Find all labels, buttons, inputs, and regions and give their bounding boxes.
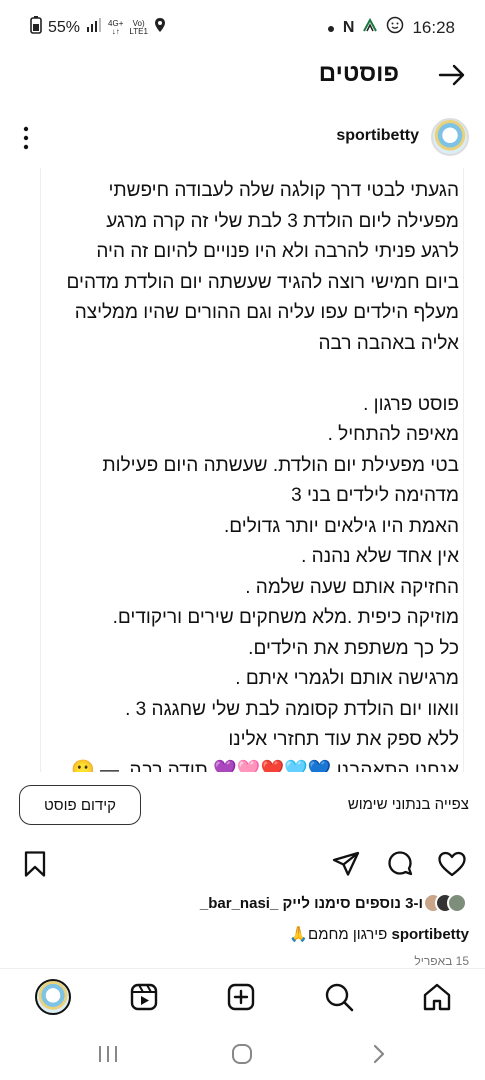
- more-options-button[interactable]: [18, 124, 34, 152]
- network-type: 4G+ ↓↑: [108, 18, 124, 36]
- comment-icon: [388, 851, 413, 876]
- caption-text: פירגון מחמם🙏: [289, 926, 388, 943]
- nav-search[interactable]: [323, 981, 355, 1013]
- back-system-button[interactable]: [366, 1042, 390, 1066]
- battery-percent: 55%: [48, 18, 81, 36]
- post-date: 15 באפריל: [414, 954, 469, 968]
- volte-indicator: Vo) LTE1: [129, 18, 148, 36]
- bottom-navigation: [0, 968, 485, 1024]
- home-circle-icon: [232, 1044, 252, 1064]
- post-insights-row: צפייה בנתוני שימוש קידום פוסט: [0, 782, 485, 828]
- n-app-icon: N: [342, 18, 355, 36]
- battery-icon: [30, 16, 42, 39]
- location-icon: [154, 17, 166, 38]
- reels-icon: [130, 983, 158, 1011]
- author-avatar[interactable]: [431, 118, 469, 156]
- nav-profile[interactable]: [35, 979, 71, 1015]
- chevron-right-icon: [373, 1044, 385, 1064]
- post-text: הגעתי לבטי דרך קולגה שלה לעבודה חיפשתי מ…: [66, 180, 459, 772]
- page-title: פוסטים: [318, 60, 399, 87]
- arrow-right-icon: [438, 64, 465, 86]
- clock-time: 16:28: [412, 17, 455, 37]
- nav-reels[interactable]: [128, 981, 160, 1013]
- nav-create[interactable]: [225, 981, 257, 1013]
- home-icon: [423, 983, 451, 1011]
- liker-avatars: [423, 893, 467, 913]
- share-button[interactable]: [331, 849, 361, 879]
- like-button[interactable]: [437, 849, 467, 879]
- system-navigation: [0, 1028, 485, 1080]
- post-actions: [0, 845, 485, 885]
- author-username[interactable]: sportibetty: [336, 127, 419, 145]
- add-square-icon: [227, 983, 255, 1011]
- notification-dot-icon: [327, 18, 335, 38]
- post-caption: sportibetty פירגון מחמם🙏: [289, 925, 469, 943]
- chat-smile-icon: [386, 16, 404, 39]
- home-system-button[interactable]: [230, 1042, 254, 1066]
- status-bar: 55% 4G+ ↓↑ Vo) LTE1 N 16:28: [0, 0, 485, 52]
- feather-app-icon: [362, 17, 378, 38]
- send-icon: [332, 851, 360, 876]
- page-header: פוסטים: [0, 56, 485, 96]
- liker-avatar: [447, 893, 467, 913]
- heart-icon: [438, 851, 466, 877]
- post-author-row: sportibetty: [0, 118, 485, 158]
- comment-button[interactable]: [385, 849, 415, 879]
- more-vertical-icon: [23, 126, 29, 150]
- caption-username[interactable]: sportibetty: [391, 926, 469, 943]
- status-left: 55% 4G+ ↓↑ Vo) LTE1: [30, 16, 166, 39]
- save-button[interactable]: [20, 849, 50, 879]
- search-icon: [325, 983, 354, 1012]
- view-insights-link[interactable]: צפייה בנתוני שימוש: [348, 796, 469, 813]
- nav-home[interactable]: [421, 981, 453, 1013]
- recent-apps-icon: [99, 1046, 117, 1062]
- promote-post-button[interactable]: קידום פוסט: [19, 785, 141, 825]
- signal-icon: [86, 17, 102, 38]
- status-right: N 16:28: [327, 16, 455, 39]
- back-button[interactable]: [437, 60, 467, 90]
- profile-avatar: [35, 979, 71, 1015]
- likes-row[interactable]: ו-3 נוספים סימנו לייק _bar_nasi_: [200, 893, 467, 913]
- bookmark-icon: [24, 851, 46, 877]
- post-content: הגעתי לבטי דרך קולגה שלה לעבודה חיפשתי מ…: [40, 168, 464, 772]
- likes-text[interactable]: ו-3 נוספים סימנו לייק _bar_nasi_: [200, 895, 423, 912]
- recent-apps-button[interactable]: [96, 1042, 120, 1066]
